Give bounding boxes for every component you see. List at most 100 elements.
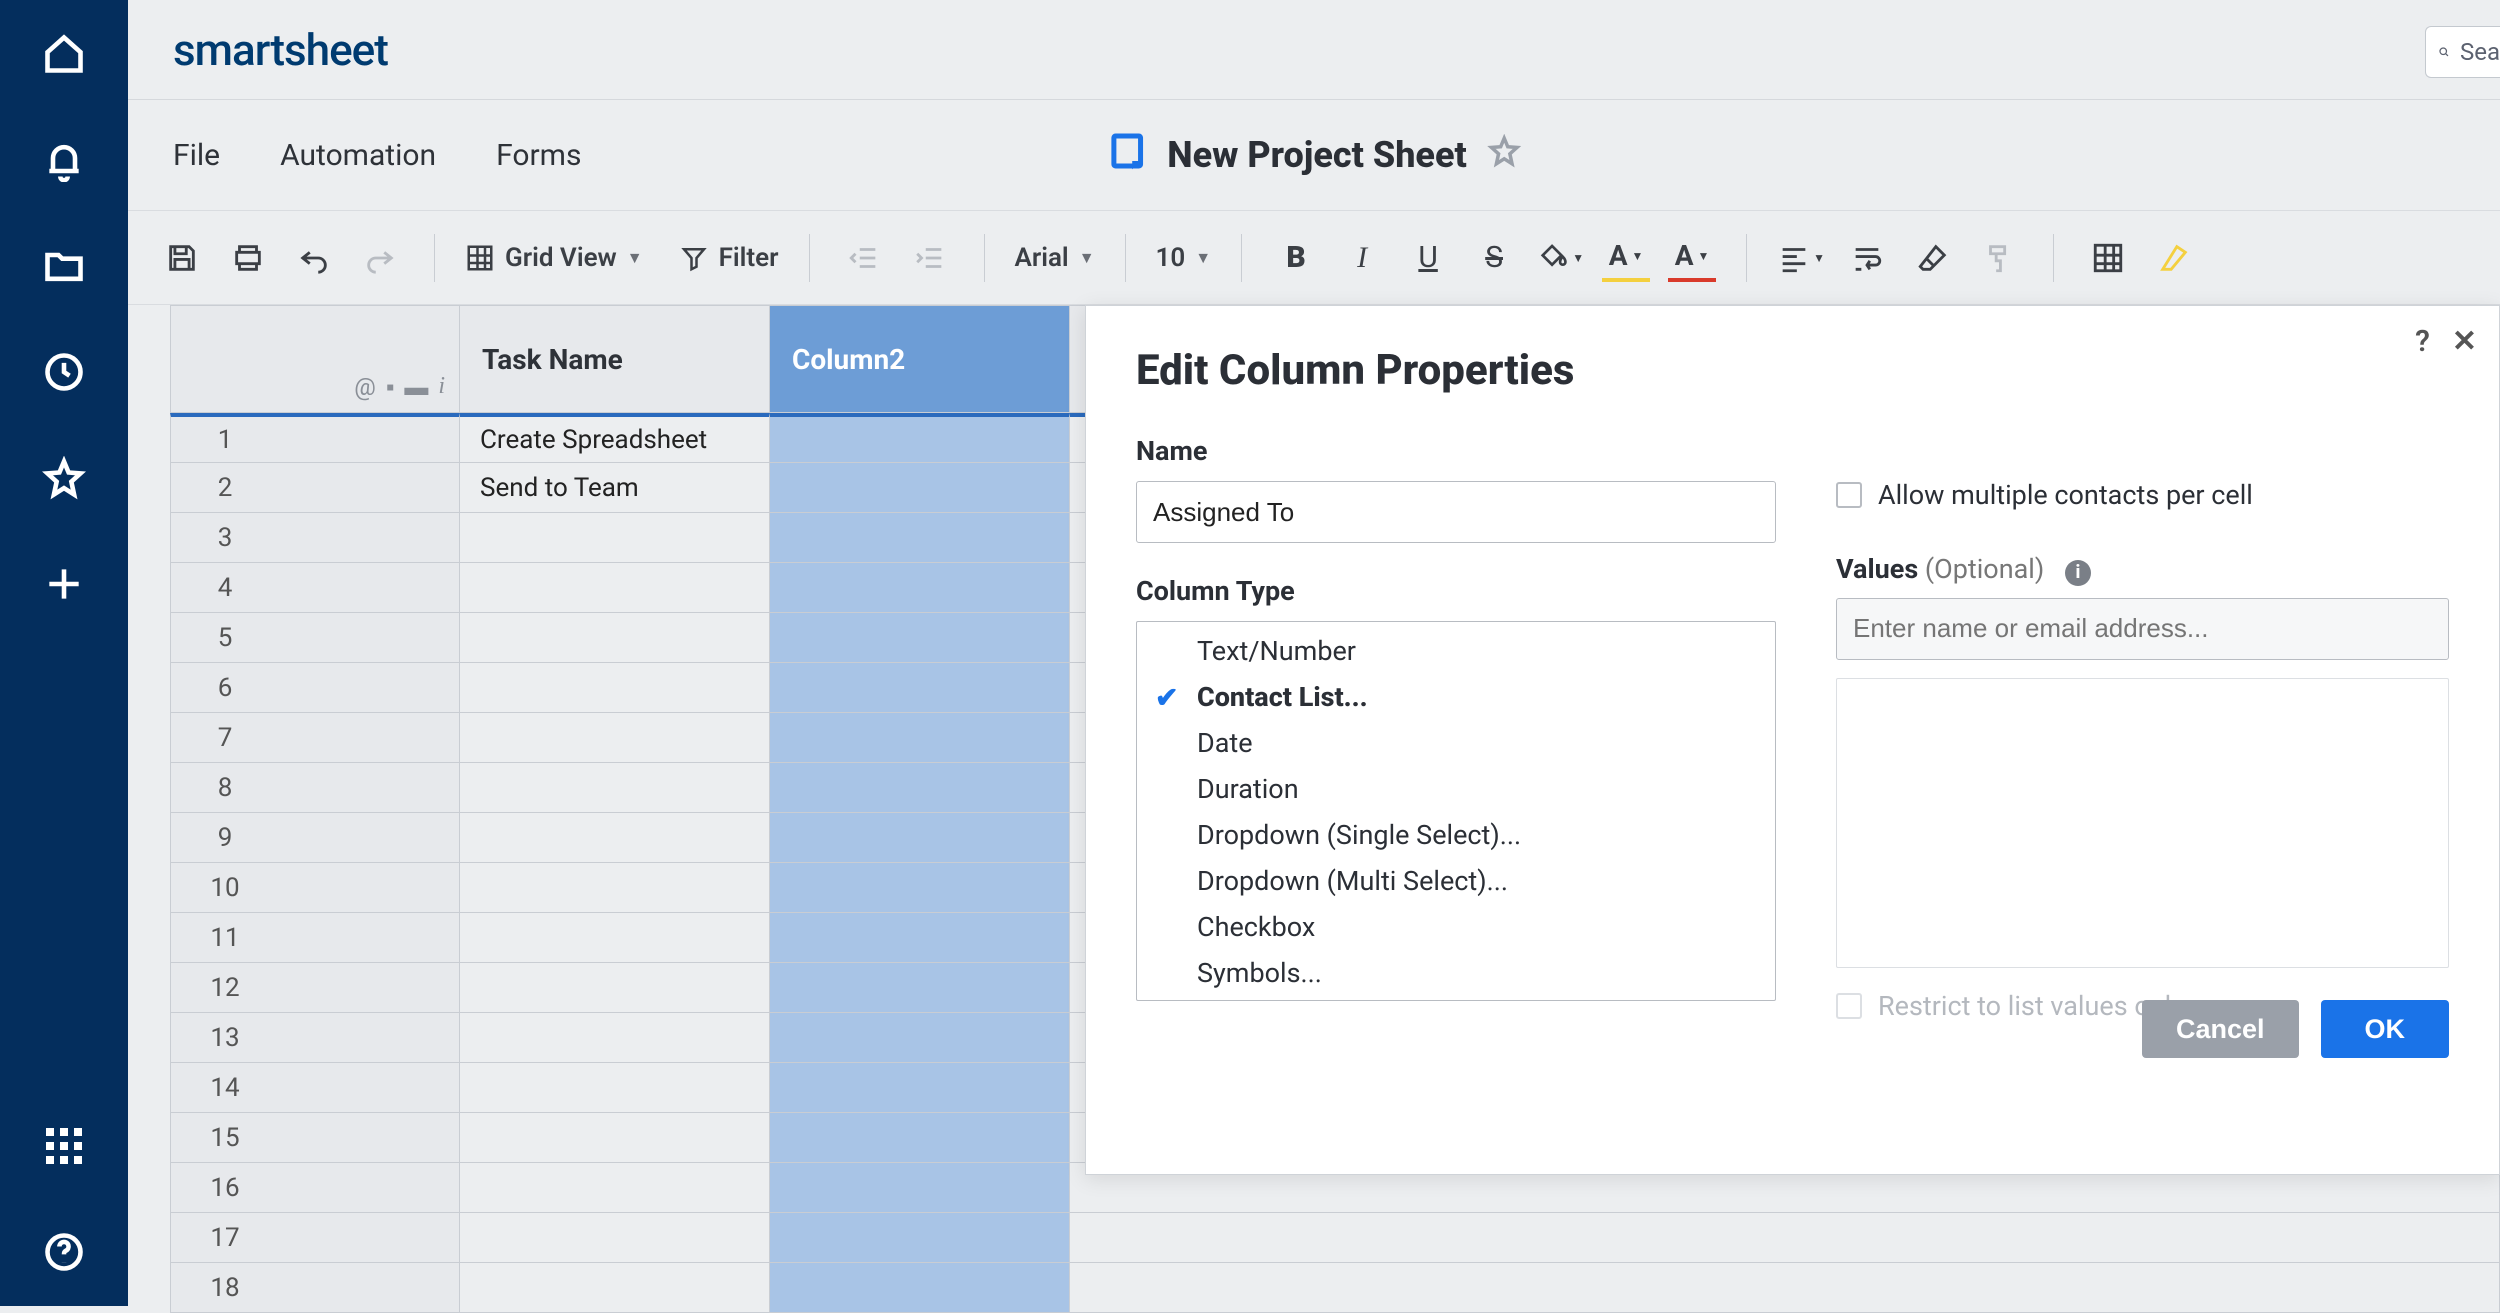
- allow-multiple-checkbox[interactable]: Allow multiple contacts per cell: [1836, 479, 2449, 511]
- cell-task[interactable]: [460, 813, 770, 863]
- cell-column2[interactable]: [770, 513, 1070, 563]
- cell-task[interactable]: Create Spreadsheet: [460, 413, 770, 463]
- text-color-icon[interactable]: A▼: [1668, 234, 1716, 282]
- values-listbox[interactable]: [1836, 678, 2449, 968]
- cancel-button[interactable]: Cancel: [2142, 1000, 2299, 1058]
- values-input[interactable]: [1836, 598, 2449, 660]
- cell-column2[interactable]: [770, 413, 1070, 463]
- row-number[interactable]: 9: [170, 813, 460, 863]
- row-number[interactable]: 4: [170, 563, 460, 613]
- recents-icon[interactable]: [40, 348, 88, 396]
- sheet-title[interactable]: New Project Sheet: [1167, 134, 1467, 176]
- cell-task[interactable]: [460, 1113, 770, 1163]
- info-icon[interactable]: i: [438, 373, 445, 402]
- row-number[interactable]: 5: [170, 613, 460, 663]
- highlight-color-icon[interactable]: A▼: [1602, 234, 1650, 282]
- outdent-icon[interactable]: [840, 234, 888, 282]
- comment-icon[interactable]: ▪: [386, 373, 395, 402]
- row-number[interactable]: 15: [170, 1113, 460, 1163]
- font-selector[interactable]: Arial ▼: [1015, 243, 1095, 273]
- cell-column2[interactable]: [770, 863, 1070, 913]
- column-type-option[interactable]: Duration: [1137, 766, 1775, 812]
- italic-icon[interactable]: I: [1338, 234, 1386, 282]
- row-number[interactable]: 1: [170, 413, 460, 463]
- row-number[interactable]: 12: [170, 963, 460, 1013]
- column-type-option[interactable]: Symbols...: [1137, 950, 1775, 996]
- cell-column2[interactable]: [770, 613, 1070, 663]
- column-header-task[interactable]: Task Name: [460, 305, 770, 413]
- row-number[interactable]: 6: [170, 663, 460, 713]
- help-icon[interactable]: [40, 1228, 88, 1276]
- format-painter-icon[interactable]: [1975, 234, 2023, 282]
- print-icon[interactable]: [224, 234, 272, 282]
- row-number[interactable]: 13: [170, 1013, 460, 1063]
- cell-task[interactable]: [460, 1213, 770, 1263]
- cell-column2[interactable]: [770, 1213, 1070, 1263]
- undo-icon[interactable]: [290, 234, 338, 282]
- row-number[interactable]: 3: [170, 513, 460, 563]
- cell-column2[interactable]: [770, 463, 1070, 513]
- cell-task[interactable]: [460, 713, 770, 763]
- favorites-icon[interactable]: [40, 454, 88, 502]
- column-type-option[interactable]: Date: [1137, 720, 1775, 766]
- cell-task[interactable]: [460, 613, 770, 663]
- cell-task[interactable]: [460, 563, 770, 613]
- cell-task[interactable]: [460, 863, 770, 913]
- menu-file[interactable]: File: [173, 138, 220, 173]
- redo-icon[interactable]: [356, 234, 404, 282]
- cell-column2[interactable]: [770, 1163, 1070, 1213]
- attachment-icon[interactable]: @: [354, 373, 376, 402]
- row-number[interactable]: 11: [170, 913, 460, 963]
- wrap-icon[interactable]: [1843, 234, 1891, 282]
- cell-column2[interactable]: [770, 1013, 1070, 1063]
- apps-icon[interactable]: [40, 1122, 88, 1170]
- cell-blank[interactable]: [1070, 1213, 2500, 1263]
- add-icon[interactable]: [40, 560, 88, 608]
- column-header-column2[interactable]: Column2: [770, 305, 1070, 413]
- column-type-option[interactable]: Text/Number: [1137, 628, 1775, 674]
- cell-column2[interactable]: [770, 713, 1070, 763]
- fill-color-icon[interactable]: ▼: [1536, 234, 1584, 282]
- view-switcher[interactable]: Grid View ▼: [465, 243, 643, 273]
- column-type-option[interactable]: Dropdown (Single Select)...: [1137, 812, 1775, 858]
- cell-task[interactable]: [460, 913, 770, 963]
- row-number[interactable]: 16: [170, 1163, 460, 1213]
- cell-column2[interactable]: [770, 763, 1070, 813]
- menu-automation[interactable]: Automation: [280, 138, 436, 173]
- cell-column2[interactable]: [770, 563, 1070, 613]
- row-number[interactable]: 14: [170, 1063, 460, 1113]
- proof-icon[interactable]: ▬: [404, 373, 428, 402]
- cell-task[interactable]: Send to Team: [460, 463, 770, 513]
- insert-column-icon[interactable]: [2084, 234, 2132, 282]
- menu-forms[interactable]: Forms: [496, 138, 581, 173]
- row-number[interactable]: 2: [170, 463, 460, 513]
- cell-column2[interactable]: [770, 663, 1070, 713]
- dialog-close-icon[interactable]: ✕: [2452, 324, 2477, 359]
- cell-column2[interactable]: [770, 1063, 1070, 1113]
- row-number[interactable]: 17: [170, 1213, 460, 1263]
- indent-icon[interactable]: [906, 234, 954, 282]
- bell-icon[interactable]: [40, 136, 88, 184]
- cell-column2[interactable]: [770, 913, 1070, 963]
- strikethrough-icon[interactable]: S: [1470, 234, 1518, 282]
- column-type-option[interactable]: Checkbox: [1137, 904, 1775, 950]
- column-type-list[interactable]: Text/Number✔Contact List...DateDurationD…: [1136, 621, 1776, 1001]
- font-size-selector[interactable]: 10 ▼: [1156, 243, 1212, 273]
- info-icon[interactable]: i: [2065, 560, 2091, 586]
- search-input[interactable]: Sea: [2425, 26, 2500, 78]
- bold-icon[interactable]: B: [1272, 234, 1320, 282]
- cell-column2[interactable]: [770, 1113, 1070, 1163]
- folder-icon[interactable]: [40, 242, 88, 290]
- cell-task[interactable]: [460, 963, 770, 1013]
- cell-task[interactable]: [460, 1063, 770, 1113]
- name-input[interactable]: [1136, 481, 1776, 543]
- save-icon[interactable]: [158, 234, 206, 282]
- eraser-icon[interactable]: [1909, 234, 1957, 282]
- favorite-toggle-icon[interactable]: [1487, 134, 1521, 176]
- cell-column2[interactable]: [770, 963, 1070, 1013]
- align-icon[interactable]: ▼: [1777, 234, 1825, 282]
- cell-task[interactable]: [460, 1013, 770, 1063]
- cell-task[interactable]: [460, 513, 770, 563]
- cell-column2[interactable]: [770, 813, 1070, 863]
- cell-task[interactable]: [460, 1163, 770, 1213]
